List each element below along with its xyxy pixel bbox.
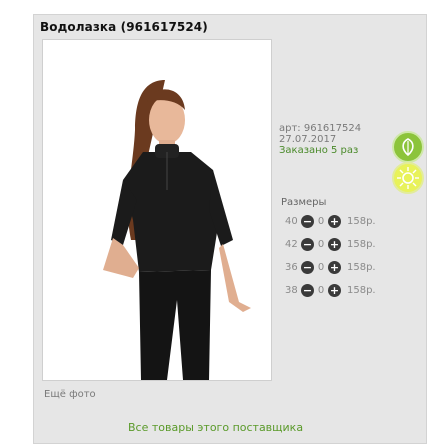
- supplier-products-link[interactable]: Все товары этого поставщика: [128, 421, 303, 434]
- more-photo-link[interactable]: Ещё фото: [44, 389, 96, 400]
- size-label: 40: [285, 215, 298, 227]
- minus-icon[interactable]: −: [301, 283, 314, 297]
- leaf-icon: [392, 131, 424, 163]
- size-label: 36: [285, 261, 298, 273]
- quantity-value: 0: [317, 215, 325, 227]
- size-row: 42 − 0 + 158р.: [285, 234, 376, 254]
- plus-icon[interactable]: +: [328, 260, 341, 274]
- size-price: 158р.: [347, 215, 376, 227]
- minus-icon[interactable]: −: [301, 260, 314, 274]
- ordered-count: Заказано 5 раз: [279, 145, 359, 156]
- size-row: 40 − 0 + 158р.: [285, 211, 376, 231]
- quantity-value: 0: [317, 261, 325, 273]
- quantity-value: 0: [317, 238, 325, 250]
- product-info: арт: 961617524 27.07.2017 Заказано 5 раз: [279, 123, 361, 156]
- model-illustration: [43, 40, 271, 380]
- plus-icon[interactable]: +: [328, 214, 341, 228]
- leaf-icon-shape: [402, 138, 414, 157]
- size-label: 42: [285, 238, 298, 250]
- size-price: 158р.: [347, 261, 376, 273]
- sun-icon: [392, 162, 424, 194]
- product-photo[interactable]: [42, 39, 272, 381]
- minus-icon[interactable]: −: [301, 237, 314, 251]
- product-card: Водолазка (961617524) Ещё фото арт: 9616…: [33, 14, 427, 444]
- article-number: арт: 961617524: [279, 123, 362, 134]
- article-date: 27.07.2017: [279, 134, 337, 145]
- sun-icon-shape: [397, 167, 419, 189]
- size-price: 158р.: [347, 238, 376, 250]
- size-row: 38 − 0 + 158р.: [285, 280, 376, 300]
- plus-icon[interactable]: +: [328, 283, 341, 297]
- size-row: 36 − 0 + 158р.: [285, 257, 376, 277]
- size-label: 38: [285, 284, 298, 296]
- plus-icon[interactable]: +: [328, 237, 341, 251]
- size-price: 158р.: [347, 284, 376, 296]
- sizes-heading: Размеры: [281, 197, 327, 208]
- product-title: Водолазка (961617524): [40, 20, 208, 34]
- quantity-value: 0: [317, 284, 325, 296]
- minus-icon[interactable]: −: [301, 214, 314, 228]
